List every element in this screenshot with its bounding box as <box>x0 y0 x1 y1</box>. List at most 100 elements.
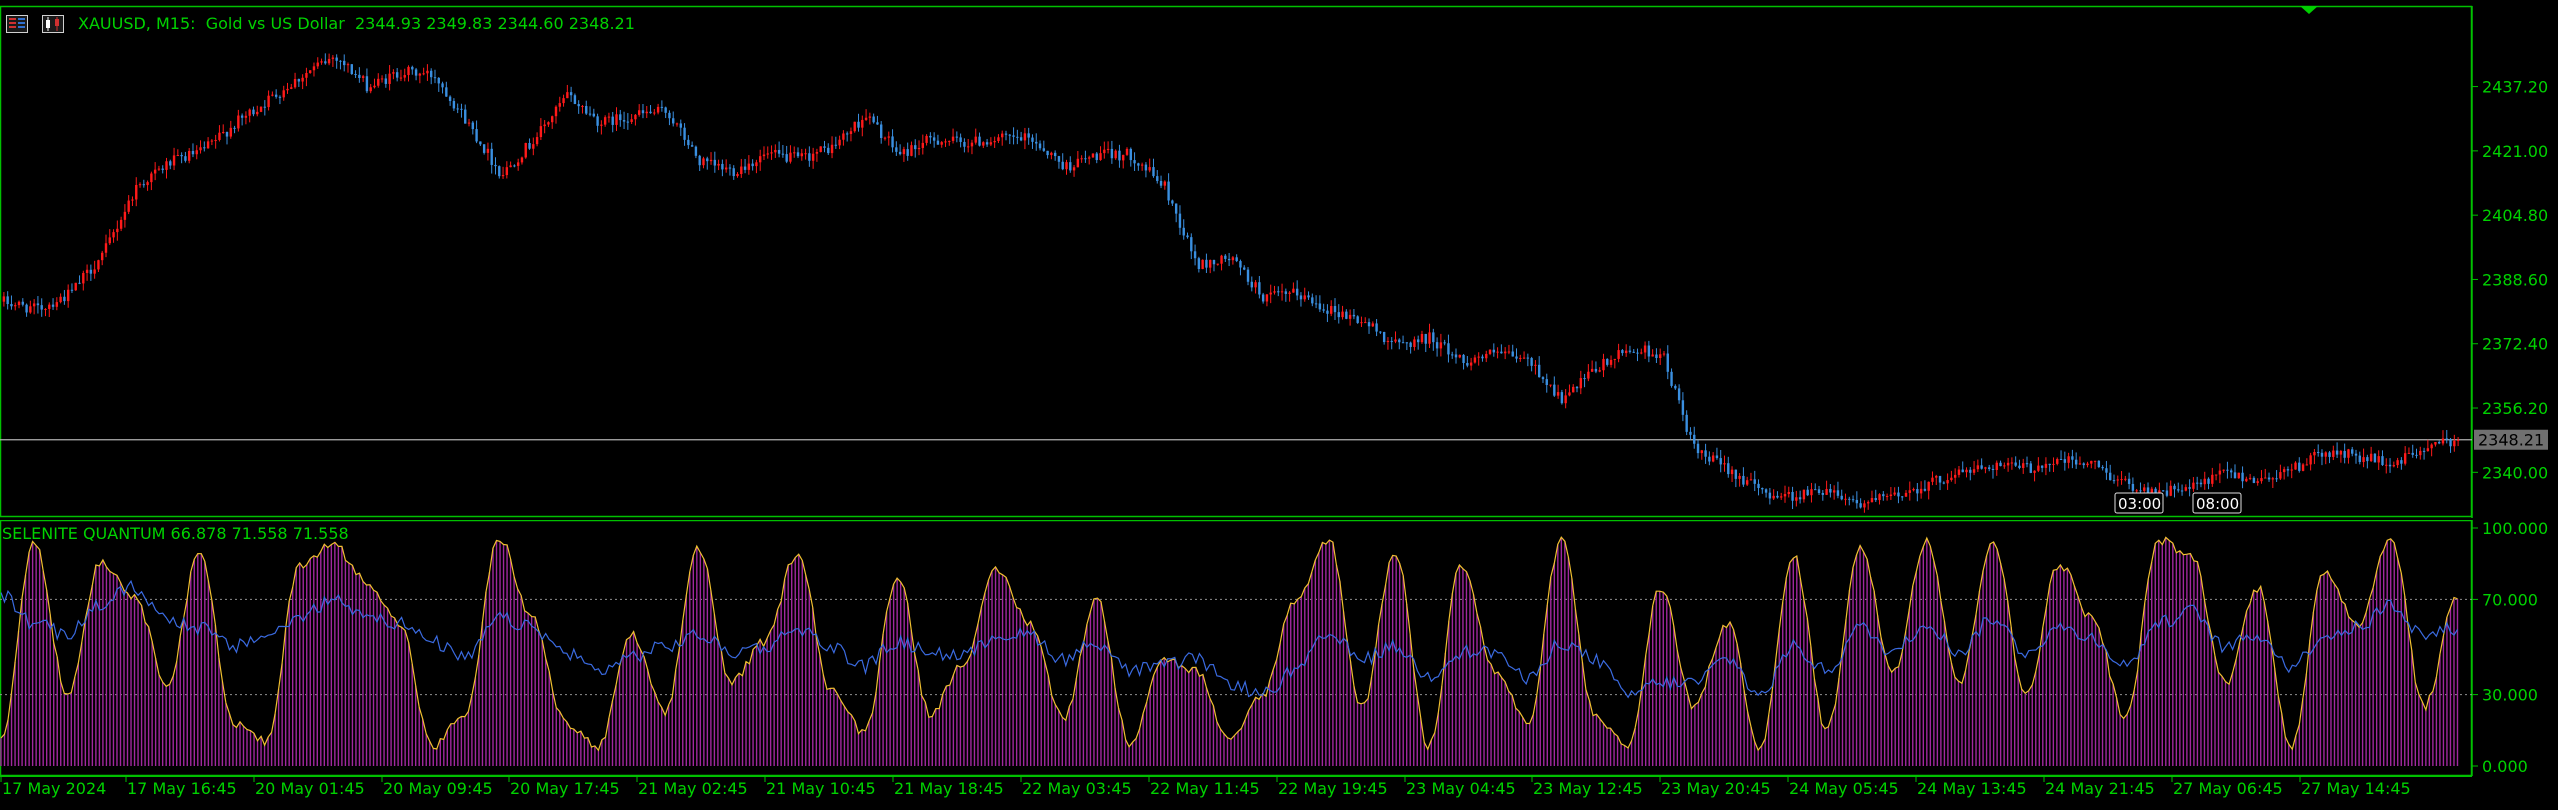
candle <box>1114 149 1117 160</box>
candle-body <box>40 305 43 310</box>
candle-body <box>25 304 28 313</box>
candle-body <box>1103 149 1106 154</box>
symbol-description: Gold vs US Dollar <box>205 14 345 33</box>
candle <box>2014 456 2017 467</box>
candle <box>2029 460 2032 474</box>
candle <box>944 138 947 147</box>
candle <box>997 134 1000 144</box>
candle <box>554 105 558 124</box>
candle <box>1953 468 1957 484</box>
candle <box>535 132 539 147</box>
candle-body <box>1742 475 1745 485</box>
candle <box>842 130 845 146</box>
candle <box>1742 467 1745 487</box>
candle <box>320 58 323 65</box>
candle <box>414 67 418 81</box>
candle <box>940 141 943 148</box>
candle-body <box>1689 431 1692 435</box>
candle <box>1333 298 1337 321</box>
candle <box>1730 466 1734 482</box>
candle-body <box>486 148 490 153</box>
candle <box>2207 477 2210 490</box>
candle <box>1231 256 1235 265</box>
candle-body <box>123 211 127 220</box>
candle <box>157 165 161 171</box>
candle-body <box>974 136 977 143</box>
current-price-label: 2348.21 <box>2478 431 2544 450</box>
candle <box>1549 384 1552 388</box>
candle-body <box>316 62 319 67</box>
candle-body <box>358 74 361 78</box>
candle-body <box>2195 482 2199 484</box>
candle-body <box>857 121 860 128</box>
candle-body <box>59 296 62 303</box>
candle-body <box>1655 354 1658 359</box>
candle <box>119 216 123 232</box>
candle-body <box>210 140 214 142</box>
candle <box>1042 140 1046 152</box>
candle-body <box>747 163 751 170</box>
candle-body <box>1477 356 1480 358</box>
candle-body <box>978 136 981 146</box>
candle-body <box>914 145 917 150</box>
chart-window[interactable]: 2437.20 2421.00 2404.80 2388.60 2372.40 2356.… <box>0 0 2558 806</box>
candle <box>634 113 637 126</box>
candle <box>1103 141 1106 159</box>
indicator-pane-frame <box>0 519 2473 777</box>
candle-chart-icon[interactable] <box>42 15 64 33</box>
time-tick-label: 24 May 13:45 <box>1917 779 2027 798</box>
candle <box>732 165 735 180</box>
candle <box>596 113 599 133</box>
candle-body <box>2343 450 2346 458</box>
candle <box>2309 452 2312 471</box>
candle-body <box>1443 342 1446 344</box>
candle <box>876 115 879 125</box>
candle-body <box>1311 297 1314 304</box>
candle <box>1942 481 1946 485</box>
candle <box>1851 495 1855 503</box>
candle <box>498 165 501 179</box>
candle-body <box>1284 291 1288 294</box>
candle-body <box>2161 490 2165 492</box>
candle <box>573 93 577 105</box>
price-chart-pane[interactable]: 2437.20 2421.00 2404.80 2388.60 2372.40 2356.… <box>0 0 2558 518</box>
candle-body <box>2131 483 2135 491</box>
candle <box>1666 345 1669 380</box>
candle-body <box>921 142 925 148</box>
candle <box>1288 291 1291 302</box>
candle-body <box>524 142 527 158</box>
candle <box>2316 444 2320 457</box>
candle <box>1356 315 1359 324</box>
indicator-pane[interactable]: 100.000 70.000 30.000 0.000 <box>0 519 2558 777</box>
candle <box>1193 244 1197 266</box>
candle-body <box>395 72 399 78</box>
candle-body <box>1420 333 1424 343</box>
candle <box>82 270 85 291</box>
bar-chart-icon[interactable] <box>6 15 28 33</box>
candle <box>2018 459 2021 470</box>
candle-body <box>1507 351 1511 353</box>
candle <box>1481 354 1484 362</box>
candle <box>1178 205 1182 235</box>
candle-body <box>982 142 985 146</box>
candle <box>1946 473 1949 490</box>
candle <box>1205 253 1208 273</box>
candle-body <box>2396 460 2399 466</box>
candle <box>959 133 962 148</box>
candle <box>1526 353 1530 367</box>
candle <box>1167 173 1170 205</box>
candle-body <box>698 155 701 166</box>
candle <box>1345 309 1348 320</box>
candle <box>1768 487 1772 505</box>
candle <box>1715 447 1719 460</box>
candle <box>312 62 316 77</box>
candle-body <box>1341 311 1344 318</box>
candle-body <box>1727 463 1730 475</box>
candle <box>116 220 119 241</box>
candle <box>2430 443 2433 457</box>
candle-body <box>2233 472 2237 479</box>
candle <box>301 74 304 90</box>
candle-body <box>482 144 486 153</box>
price-tick-label: 2421.00 <box>2482 142 2548 161</box>
candle-body <box>445 87 448 97</box>
